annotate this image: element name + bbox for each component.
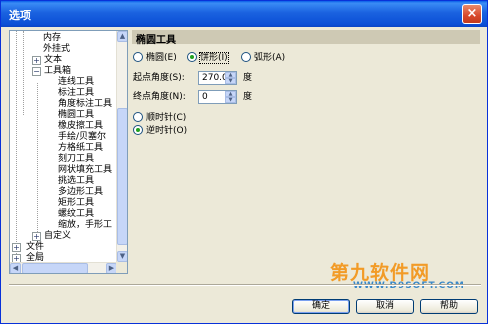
ok-button[interactable]: 确定 bbox=[292, 299, 350, 314]
tree-item-plugins[interactable]: 外挂式 bbox=[43, 44, 70, 55]
title-bar[interactable]: 选项 × bbox=[1, 1, 487, 27]
radio-clockwise[interactable]: 顺时针(C) bbox=[133, 112, 186, 124]
tree-item-freehand-bezier[interactable]: 手绘/贝塞尔 bbox=[58, 132, 106, 143]
watermark-url: WWW.D9SOFT.COM bbox=[353, 281, 465, 291]
radio-circle bbox=[133, 52, 143, 62]
end-angle-unit: 度 bbox=[243, 92, 253, 102]
scroll-down-icon[interactable]: ▼ bbox=[117, 251, 127, 262]
radio-circle bbox=[187, 52, 197, 62]
end-angle-label: 终点角度(N): bbox=[133, 92, 186, 102]
tree-item-customize[interactable]: 自定义 bbox=[44, 231, 71, 242]
section-title: 椭圆工具 bbox=[136, 35, 176, 46]
close-icon: × bbox=[466, 6, 478, 21]
scrollbar-corner bbox=[116, 262, 127, 273]
end-angle-spinner[interactable]: 0 ▲ ▼ bbox=[198, 90, 237, 104]
tree-item-callout-tool[interactable]: 标注工具 bbox=[58, 88, 94, 99]
tree-guide-line bbox=[16, 31, 17, 260]
options-tree: 内存 外挂式 + 文本 − 工具箱 连线工具 标注工具 角度标注工具 椭圆工具 … bbox=[9, 30, 128, 274]
radio-ellipse[interactable]: 椭圆(E) bbox=[133, 52, 177, 64]
tree-item-graph-paper-tool[interactable]: 方格纸工具 bbox=[58, 143, 103, 154]
options-dialog: 选项 × 内存 外挂式 + 文本 − 工具箱 连线工具 标注工具 角度标注工具 … bbox=[0, 0, 488, 324]
tree-item-rectangle-tool[interactable]: 矩形工具 bbox=[58, 198, 94, 209]
expand-icon[interactable]: + bbox=[12, 243, 21, 252]
tree-item-memory[interactable]: 内存 bbox=[43, 33, 61, 44]
scroll-left-icon[interactable]: ◀ bbox=[10, 263, 21, 273]
radio-circle bbox=[133, 112, 143, 122]
tree-item-file[interactable]: 文件 bbox=[26, 242, 44, 253]
tree-guide-line bbox=[23, 31, 24, 115]
spin-down-icon[interactable]: ▼ bbox=[225, 78, 236, 84]
tree-horizontal-scrollbar[interactable]: ◀ ▶ bbox=[10, 262, 117, 273]
radio-counterclockwise[interactable]: 逆时针(O) bbox=[133, 125, 187, 137]
expand-icon[interactable]: + bbox=[32, 232, 41, 241]
tree-item-pick-tool[interactable]: 挑选工具 bbox=[58, 176, 94, 187]
scroll-thumb[interactable] bbox=[22, 263, 88, 273]
close-button[interactable]: × bbox=[462, 4, 482, 24]
cancel-button[interactable]: 取消 bbox=[356, 299, 414, 314]
tree-item-polygon-tool[interactable]: 多边形工具 bbox=[58, 187, 103, 198]
dialog-title: 选项 bbox=[9, 9, 31, 22]
collapse-icon[interactable]: − bbox=[32, 67, 41, 76]
start-angle-label: 起点角度(S): bbox=[133, 73, 185, 83]
tree-item-zoom-hand-tool[interactable]: 缩放，手形工 bbox=[58, 220, 112, 231]
end-angle-value[interactable]: 0 bbox=[202, 92, 208, 103]
tree-item-knife-tool[interactable]: 刻刀工具 bbox=[58, 154, 94, 165]
radio-circle bbox=[133, 125, 143, 135]
scroll-thumb[interactable] bbox=[117, 108, 127, 245]
scroll-up-icon[interactable]: ▲ bbox=[117, 31, 127, 42]
start-angle-value[interactable]: 270.0 bbox=[202, 73, 228, 84]
tree-item-angle-dimension-tool[interactable]: 角度标注工具 bbox=[58, 99, 112, 110]
expand-icon[interactable]: + bbox=[32, 56, 41, 65]
tree-item-toolbox[interactable]: 工具箱 bbox=[44, 66, 71, 77]
footer-divider bbox=[9, 284, 481, 286]
help-button[interactable]: 帮助 bbox=[420, 299, 478, 314]
tree-vertical-scrollbar[interactable]: ▲ ▼ bbox=[116, 31, 127, 262]
start-angle-unit: 度 bbox=[243, 73, 253, 83]
radio-circle bbox=[241, 52, 251, 62]
tree-item-ellipse-tool[interactable]: 椭圆工具 bbox=[58, 110, 94, 121]
tree-item-spiral-tool[interactable]: 螺纹工具 bbox=[58, 209, 94, 220]
section-header: 椭圆工具 bbox=[132, 30, 480, 46]
tree-item-text[interactable]: 文本 bbox=[44, 55, 62, 66]
radio-pie[interactable]: 饼形(I) bbox=[187, 52, 229, 64]
tree-item-eraser-tool[interactable]: 橡皮擦工具 bbox=[58, 121, 103, 132]
start-angle-spinner[interactable]: 270.0 ▲ ▼ bbox=[198, 71, 237, 85]
radio-arc[interactable]: 弧形(A) bbox=[241, 52, 285, 64]
spin-down-icon[interactable]: ▼ bbox=[225, 97, 236, 103]
tree-item-connector-tool[interactable]: 连线工具 bbox=[58, 77, 94, 88]
tree-item-mesh-fill-tool[interactable]: 网状填充工具 bbox=[58, 165, 112, 176]
